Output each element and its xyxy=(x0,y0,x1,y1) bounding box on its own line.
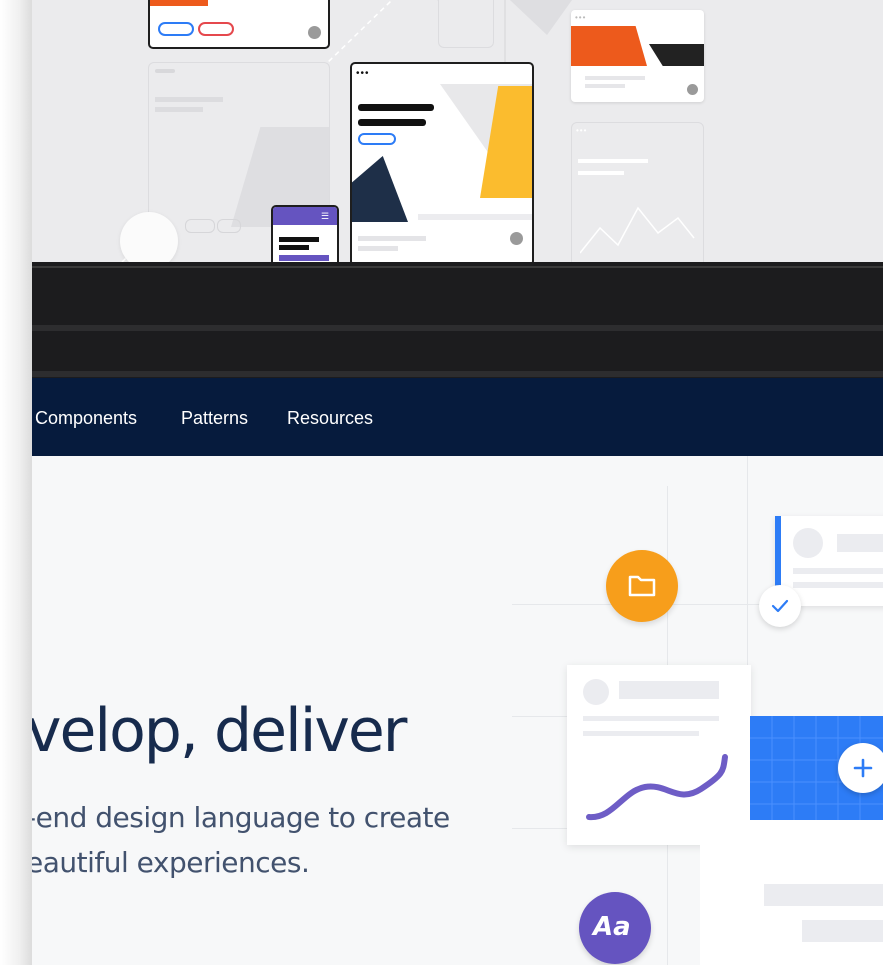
plus-icon xyxy=(853,758,873,778)
wireframe-chart-card: ••• xyxy=(571,122,704,262)
illustration-circle xyxy=(120,212,178,262)
illustration-card-main: ••• xyxy=(350,62,534,262)
nav-item-patterns[interactable]: Patterns xyxy=(181,408,248,429)
divider xyxy=(32,371,883,377)
top-illustration: ••• ☰ ••• ••• xyxy=(32,0,883,262)
illustration-chart-card xyxy=(567,665,751,845)
divider xyxy=(32,325,883,331)
trend-line xyxy=(586,754,728,821)
typography-badge-text: Aa xyxy=(593,912,631,942)
illustration-card-top xyxy=(148,0,330,49)
status-check-icon xyxy=(308,26,321,39)
nav-item-resources[interactable]: Resources xyxy=(287,408,373,429)
hero-subtitle-line2: eautiful experiences. xyxy=(32,846,310,879)
typography-badge: Aa xyxy=(579,892,651,964)
hero-title: velop, deliver xyxy=(32,696,407,766)
menu-icon: ☰ xyxy=(321,211,330,221)
folder-badge xyxy=(606,550,678,622)
nav-item-components[interactable]: Components xyxy=(35,408,137,429)
check-badge xyxy=(759,585,801,627)
divider xyxy=(32,266,883,268)
illustration-blue-panel xyxy=(750,716,883,820)
plus-button[interactable] xyxy=(838,743,883,793)
hero-subtitle-line1: -end design language to create xyxy=(32,801,450,834)
illustration-card-right: ••• xyxy=(571,10,704,102)
dark-browser-chrome xyxy=(32,262,883,378)
wireframe-block xyxy=(438,0,494,48)
status-check-icon xyxy=(510,232,523,245)
top-navigation: Components Patterns Resources xyxy=(32,378,883,456)
illustration-bottom-card xyxy=(700,820,883,965)
left-edge-shadow xyxy=(0,0,32,965)
status-check-icon xyxy=(687,84,698,95)
folder-icon xyxy=(628,575,656,597)
hero-section: velop, deliver -end design language to c… xyxy=(32,456,883,965)
check-icon xyxy=(771,599,789,613)
illustration-phone: ☰ xyxy=(271,205,339,262)
window-dots: ••• xyxy=(356,68,370,79)
